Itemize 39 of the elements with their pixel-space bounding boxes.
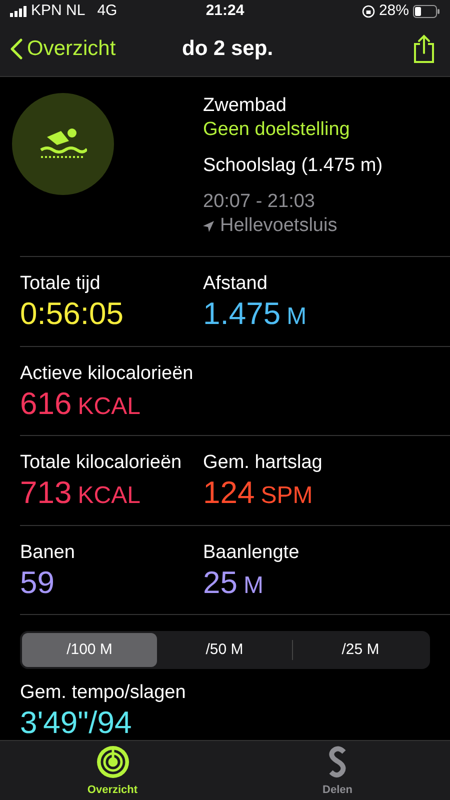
- location: Hellevoetsluis: [220, 214, 338, 238]
- metric-value: 616 KCAL: [20, 386, 142, 422]
- back-button[interactable]: Overzicht: [10, 33, 116, 65]
- workout-type: Zwembad: [203, 94, 288, 118]
- metric-value: 1.475 M: [203, 296, 308, 333]
- metric-label: Actieve kilocalorieën: [20, 362, 194, 386]
- clock: 21:24: [204, 0, 246, 21]
- signal-icon: [10, 6, 27, 16]
- goal-status: Geen doelstelling: [203, 118, 351, 142]
- battery-icon: [413, 4, 440, 18]
- segment-tab[interactable]: /100 M: [22, 633, 157, 667]
- location-arrow-icon: [203, 220, 214, 232]
- metric-value: 0:56:05: [20, 296, 124, 332]
- stroke-distance: Schoolslag (1.475 m): [203, 154, 383, 178]
- rings-icon: [94, 744, 130, 780]
- time-range: 20:07 - 21:03: [203, 190, 316, 214]
- metric-label: Totale kilocalorieën: [20, 451, 183, 475]
- metric-value: 25 M: [203, 564, 264, 602]
- metric-value: 59: [20, 564, 56, 600]
- network-type: 4G: [97, 0, 118, 21]
- metric-value: 124 SPM: [203, 475, 314, 512]
- share-button[interactable]: [412, 34, 436, 64]
- segment-tab[interactable]: /50 M: [157, 633, 292, 667]
- metric-label: Gem. tempo/slagen: [20, 681, 187, 705]
- battery-percentage: 28%: [378, 0, 409, 21]
- tab-bar-item[interactable]: Overzicht: [0, 741, 225, 800]
- metric-label: Baanlengte: [203, 540, 300, 564]
- metric-label: Totale tijd: [20, 272, 102, 296]
- chevron-left-icon: [10, 38, 23, 60]
- carrier-name: KPN NL: [31, 0, 86, 21]
- rotation-lock-icon: [362, 4, 375, 18]
- metric-value: 3'49"/94: [20, 705, 133, 740]
- segment-tab[interactable]: /25 M: [293, 633, 428, 667]
- metric-label: Gem. hartslag: [203, 451, 324, 475]
- nav-title: do 2 sep.: [182, 36, 274, 62]
- metric-label: Banen: [20, 540, 76, 564]
- metric-value: 713 KCAL: [20, 475, 142, 512]
- tab-bar-item[interactable]: Delen: [225, 741, 450, 800]
- metric-label: Afstand: [203, 272, 268, 296]
